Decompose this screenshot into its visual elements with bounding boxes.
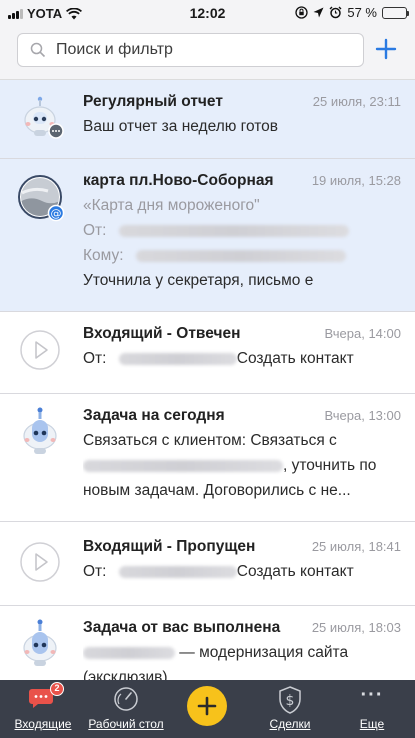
feed-item-report[interactable]: Регулярный отчет 25 июля, 23:11 Ваш отче… [0,80,415,159]
call-from: От: Создать контакт [83,562,401,581]
svg-text:$: $ [286,693,295,709]
feed-item-call-answered[interactable]: Входящий - Отвечен Вчера, 14:00 От: Созд… [0,312,415,394]
tab-inbox-label: Входящие [14,717,72,731]
redacted-name [118,224,349,237]
redacted-name [83,646,175,659]
task-text-line3: новым задачам. Договорились с не... [83,482,351,499]
from-label: От: [83,222,107,239]
more-dots-icon: ··· [360,684,384,706]
redacted-phone [118,565,237,578]
plus-icon [197,696,217,716]
call-avatar [18,328,66,376]
item-title: Задача от вас выполнена [83,619,281,636]
robot-avatar [18,618,66,666]
from-label: От: [83,350,107,367]
redacted-phone [118,352,237,365]
item-text: Ваш отчет за неделю готов [83,118,279,135]
photo-avatar-icon: @ [18,175,65,222]
from-label: От: [83,563,107,580]
dollar-shield-icon: $ [279,686,301,714]
activity-feed: Регулярный отчет 25 июля, 23:11 Ваш отче… [0,80,415,680]
item-time: Вчера, 13:00 [324,408,401,423]
status-bar: YOTA 12:02 57 % [0,0,415,26]
email-snippet: Уточнила у секретаря, письмо е [83,272,314,289]
item-title: Регулярный отчет [83,93,223,110]
email-to: Кому: [83,246,401,265]
status-right: 57 % [295,5,409,20]
redacted-name [135,249,346,262]
plus-icon [375,38,397,60]
location-arrow-icon [313,7,324,18]
search-icon [30,42,46,58]
item-title: Задача на сегодня [83,407,225,424]
task-text-line2: (эксклюзив) [83,669,168,680]
email-from: От: [83,221,401,240]
feed-item-call-missed[interactable]: Входящий - Пропущен 25 июля, 18:41 От: С… [0,522,415,606]
item-time: 19 июля, 15:28 [311,173,401,188]
alarm-icon [329,6,342,19]
feed-item-email[interactable]: @ карта пл.Ново-Соборная 19 июля, 15:28 … [0,159,415,312]
item-time: Вчера, 14:00 [324,326,401,341]
item-title: карта пл.Ново-Соборная [83,172,274,189]
item-time: 25 июля, 23:11 [312,94,401,109]
item-time: 25 июля, 18:03 [311,620,401,635]
search-input[interactable] [56,41,346,59]
redacted-name [83,459,283,472]
call-avatar [18,540,66,588]
battery-icon [382,6,409,19]
robot-icon [24,96,64,139]
task-text-line1: Связаться с клиентом: Связаться с [83,432,337,449]
speedometer-icon [114,687,138,711]
quick-add-button[interactable] [187,686,227,726]
robot-avatar [18,94,66,142]
task-text-line2: , уточнить по [83,456,401,475]
tab-desk-label: Рабочий стол [88,717,164,731]
task-text-tail: — модернизация сайта [175,644,349,661]
tab-deals-label: Сделки [269,717,311,731]
feed-item-task-today[interactable]: Задача на сегодня Вчера, 13:00 Связаться… [0,394,415,522]
robot-avatar [18,406,66,454]
tab-bar: 2 Входящие Рабочий стол $ Сделки ··· Еще [0,680,415,738]
svg-text:@: @ [51,207,62,220]
battery-percent: 57 % [347,5,377,20]
email-subject: «Карта дня мороженого" [83,197,260,214]
item-title: Входящий - Отвечен [83,325,241,342]
tab-desk[interactable]: Рабочий стол [86,680,166,738]
task-text-line1: — модернизация сайта [83,643,401,662]
item-title: Входящий - Пропущен [83,538,256,555]
email-avatar: @ [18,175,66,223]
create-contact-link[interactable]: Создать контакт [237,563,354,580]
play-icon [20,542,60,582]
inbox-icon-wrap: 2 [28,682,64,710]
tab-more-label: Еще [359,717,385,731]
tab-more[interactable]: ··· Еще [336,680,408,738]
create-contact-link[interactable]: Создать контакт [237,350,354,367]
feed-item-task-done[interactable]: Задача от вас выполнена 25 июля, 18:03 —… [0,606,415,680]
search-field[interactable] [17,33,364,67]
search-header [0,26,415,80]
robot-icon [23,619,57,666]
play-icon [20,330,60,370]
robot-icon [23,407,57,454]
orientation-lock-icon [295,6,309,19]
call-from: От: Создать контакт [83,349,401,368]
tab-inbox[interactable]: 2 Входящие [0,680,86,738]
item-time: 25 июля, 18:41 [311,539,401,554]
inbox-badge: 2 [50,682,64,696]
add-button[interactable] [371,34,401,64]
task-text-tail: , уточнить по [283,457,377,474]
to-label: Кому: [83,247,124,264]
tab-deals[interactable]: $ Сделки [254,680,326,738]
